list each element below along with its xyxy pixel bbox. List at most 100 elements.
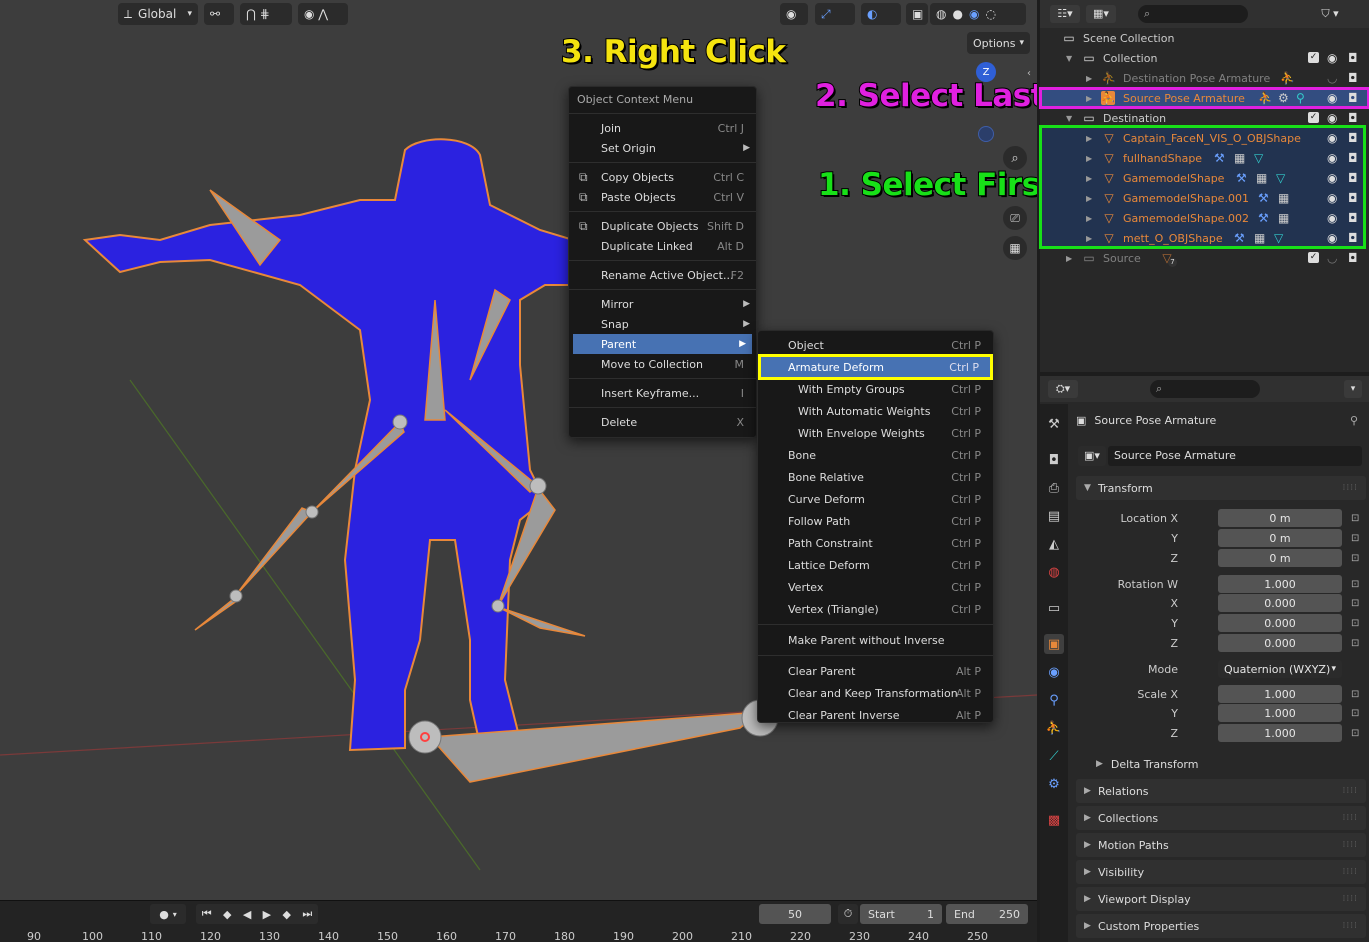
parent-curve-deform[interactable]: Curve Deform Ctrl P xyxy=(758,488,993,510)
view-layer-tab-icon[interactable]: ▤ xyxy=(1044,506,1064,526)
proportional-edit-toggle[interactable]: ◉ ⋀ xyxy=(298,3,348,25)
eye-icon[interactable]: ◉ xyxy=(1327,231,1337,245)
lock-icon[interactable]: ⊡ xyxy=(1351,513,1359,524)
parent-with-envelope-weights[interactable]: With Envelope Weights Ctrl P xyxy=(758,422,993,444)
parent-vertex[interactable]: Vertex Ctrl P xyxy=(758,576,993,598)
options-chevron-icon[interactable]: ▾ xyxy=(1344,380,1362,398)
drag-grip-icon[interactable]: ⁞⁞⁞⁞ xyxy=(1343,483,1358,493)
parent-lattice-deform[interactable]: Lattice Deform Ctrl P xyxy=(758,554,993,576)
eye-icon[interactable]: ◉ xyxy=(1327,151,1337,165)
eye-icon[interactable]: ◉ xyxy=(1327,111,1337,125)
parent-with-empty-groups[interactable]: With Empty Groups Ctrl P xyxy=(758,378,993,400)
scene-tab-icon[interactable]: ◭ xyxy=(1044,534,1064,554)
clear-keep-transformation[interactable]: Clear and Keep Transformation Alt P xyxy=(758,682,993,704)
parent-bone-relative[interactable]: Bone Relative Ctrl P xyxy=(758,466,993,488)
menu-item-delete[interactable]: Delete X xyxy=(569,412,756,432)
drag-grip-icon[interactable]: ⁞⁞⁞⁞ xyxy=(1343,840,1358,850)
parent-bone[interactable]: Bone Ctrl P xyxy=(758,444,993,466)
filter-icon[interactable]: ⛉ ▾ xyxy=(1310,5,1350,23)
constraints-tab-icon[interactable]: ⚲ xyxy=(1044,690,1064,710)
delta-transform-subpanel[interactable]: ▶ Delta Transform xyxy=(1096,754,1356,774)
lock-icon[interactable]: ⊡ xyxy=(1351,533,1359,544)
eye-icon[interactable]: ◉ xyxy=(1327,131,1337,145)
rotation-w-field[interactable]: 1.000 xyxy=(1218,575,1342,593)
3d-viewport[interactable]: ⟂ Global ▾ ⚯ ⋂ ⋕ ◉ ⋀ ◉ ⤢ ◐ ▣ ◍ ● ◉ ◌ Opt… xyxy=(0,0,1037,900)
camera-render-icon[interactable]: ◘ xyxy=(1348,91,1358,105)
scale-y-field[interactable]: 1.000 xyxy=(1218,704,1342,722)
editor-type-icon[interactable]: ⛭▾ xyxy=(1048,380,1078,398)
camera-render-icon[interactable]: ◘ xyxy=(1348,191,1358,205)
keying-dropdown[interactable]: ● ▾ xyxy=(150,904,186,924)
camera-render-icon[interactable]: ◘ xyxy=(1348,71,1358,85)
solid-shading-icon[interactable]: ● xyxy=(952,7,962,21)
eye-icon[interactable]: ◉ xyxy=(1327,171,1337,185)
parent-with-automatic-weights[interactable]: With Automatic Weights Ctrl P xyxy=(758,400,993,422)
eye-icon[interactable]: ◉ xyxy=(1327,91,1337,105)
custom-properties-panel-header[interactable]: ▶ Custom Properties ⁞⁞⁞⁞ xyxy=(1076,914,1366,938)
current-frame-field[interactable]: 50 xyxy=(759,904,831,924)
eye-closed-icon[interactable]: ◡ xyxy=(1327,251,1337,265)
outliner-gamemodelshape[interactable]: ▶ ▽ GamemodelShape ⚒ ▦ ▽ ◉ ◘ xyxy=(1040,168,1369,188)
scale-z-field[interactable]: 1.000 xyxy=(1218,724,1342,742)
drag-grip-icon[interactable]: ⁞⁞⁞⁞ xyxy=(1343,786,1358,796)
jump-end-icon[interactable]: ⏭ xyxy=(302,907,312,921)
exclude-checkbox[interactable]: ✓ xyxy=(1308,52,1319,63)
lock-icon[interactable]: ⊡ xyxy=(1351,728,1359,739)
object-tab-icon[interactable]: ▣ xyxy=(1044,634,1064,654)
outliner-source[interactable]: ▶ ▭ Source ▽ 7 ✓ ◡ ◘ xyxy=(1040,248,1369,268)
lock-icon[interactable]: ⊡ xyxy=(1351,579,1359,590)
menu-item-mirror[interactable]: Mirror ▶ xyxy=(569,294,756,314)
properties-search-input[interactable]: ⌕ xyxy=(1150,380,1260,398)
scale-x-field[interactable]: 1.000 xyxy=(1218,685,1342,703)
outliner-gamemodelshape-001[interactable]: ▶ ▽ GamemodelShape.001 ⚒ ▦ ◉ ◘ xyxy=(1040,188,1369,208)
camera-render-icon[interactable]: ◘ xyxy=(1348,231,1358,245)
menu-item-move-to-collection[interactable]: Move to Collection M xyxy=(569,354,756,374)
camera-icon[interactable]: ⎚ xyxy=(1003,206,1027,230)
timeline[interactable]: ● ▾ ⏮ ◆ ◀ ▶ ◆ ⏭ 50 ⏱ Start 1 End 250 90 100… xyxy=(0,900,1037,942)
display-mode-icon[interactable]: ▦▾ xyxy=(1086,5,1116,23)
start-frame-field[interactable]: Start 1 xyxy=(860,904,942,924)
world-tab-icon[interactable]: ◍ xyxy=(1044,562,1064,582)
menu-item-snap[interactable]: Snap ▶ xyxy=(569,314,756,334)
outliner-mett-shape[interactable]: ▶ ▽ mett_O_OBJShape ⚒ ▦ ▽ ◉ ◘ xyxy=(1040,228,1369,248)
stopwatch-icon[interactable]: ⏱ xyxy=(838,904,858,924)
material-shading-icon[interactable]: ◉ xyxy=(969,7,979,21)
camera-render-icon[interactable]: ◘ xyxy=(1348,51,1358,65)
outliner-scene-collection[interactable]: ▭ Scene Collection xyxy=(1040,28,1369,48)
parent-object[interactable]: Object Ctrl P xyxy=(758,334,993,356)
relations-panel-header[interactable]: ▶ Relations ⁞⁞⁞⁞ xyxy=(1076,779,1366,803)
options-dropdown[interactable]: Options ▾ xyxy=(967,32,1030,54)
rotation-mode-dropdown[interactable]: Quaternion (WXYZ) ▾ xyxy=(1218,660,1342,678)
object-name-input[interactable]: Source Pose Armature xyxy=(1108,446,1362,466)
parent-path-constraint[interactable]: Path Constraint Ctrl P xyxy=(758,532,993,554)
rendered-shading-icon[interactable]: ◌ xyxy=(985,7,995,21)
clear-parent-inverse[interactable]: Clear Parent Inverse Alt P xyxy=(758,704,993,726)
wireframe-shading-icon[interactable]: ◍ xyxy=(936,7,946,21)
jump-start-icon[interactable]: ⏮ xyxy=(202,907,212,921)
xray-toggle[interactable]: ▣ xyxy=(906,3,928,25)
menu-item-copy-objects[interactable]: ⧉ Copy Objects Ctrl C xyxy=(569,167,756,187)
drag-grip-icon[interactable]: ⁞⁞⁞⁞ xyxy=(1343,921,1358,931)
play-icon[interactable]: ▶ xyxy=(263,908,271,921)
outliner-destination-pose-armature[interactable]: ▶ ⛹ Destination Pose Armature ⛹ ◡ ◘ xyxy=(1040,68,1369,88)
menu-item-rename[interactable]: Rename Active Object... F2 xyxy=(569,265,756,285)
pivot-dropdown[interactable]: ⚯ xyxy=(204,3,234,25)
play-reverse-icon[interactable]: ◀ xyxy=(243,908,251,921)
location-z-field[interactable]: 0 m xyxy=(1218,549,1342,567)
motion-paths-panel-header[interactable]: ▶ Motion Paths ⁞⁞⁞⁞ xyxy=(1076,833,1366,857)
menu-item-insert-keyframe[interactable]: Insert Keyframe... I xyxy=(569,383,756,403)
texture-tab-icon[interactable]: ▩ xyxy=(1044,810,1064,830)
outliner-captain-face[interactable]: ▶ ▽ Captain_FaceN_VIS_O_OBJShape ◉ ◘ xyxy=(1040,128,1369,148)
pin-icon[interactable]: ⚲ xyxy=(1350,414,1358,427)
eye-icon[interactable]: ◉ xyxy=(1327,51,1337,65)
outliner[interactable]: ☷▾ ▦▾ ⌕ ⛉ ▾ ▭ Scene Collection ▼ ▭ Colle… xyxy=(1039,0,1369,372)
bone-constraint-tab-icon[interactable]: ⚙ xyxy=(1044,774,1064,794)
prev-keyframe-icon[interactable]: ◆ xyxy=(223,908,231,921)
drag-grip-icon[interactable]: ⁞⁞⁞⁞ xyxy=(1343,867,1358,877)
output-tab-icon[interactable]: ⎙ xyxy=(1044,478,1064,498)
overlays-toggle[interactable]: ◐ xyxy=(861,3,901,25)
properties-editor[interactable]: ⛭▾ ⌕ ▾ ⚒ ◘ ⎙ ▤ ◭ ◍ ▭ ▣ ◉ ⚲ ⛹ ⟋ ⚙ ▩ ▣ Sou… xyxy=(1040,376,1369,942)
render-tab-icon[interactable]: ◘ xyxy=(1044,450,1064,470)
next-keyframe-icon[interactable]: ◆ xyxy=(283,908,291,921)
menu-item-duplicate-objects[interactable]: ⧉ Duplicate Objects Shift D xyxy=(569,216,756,236)
